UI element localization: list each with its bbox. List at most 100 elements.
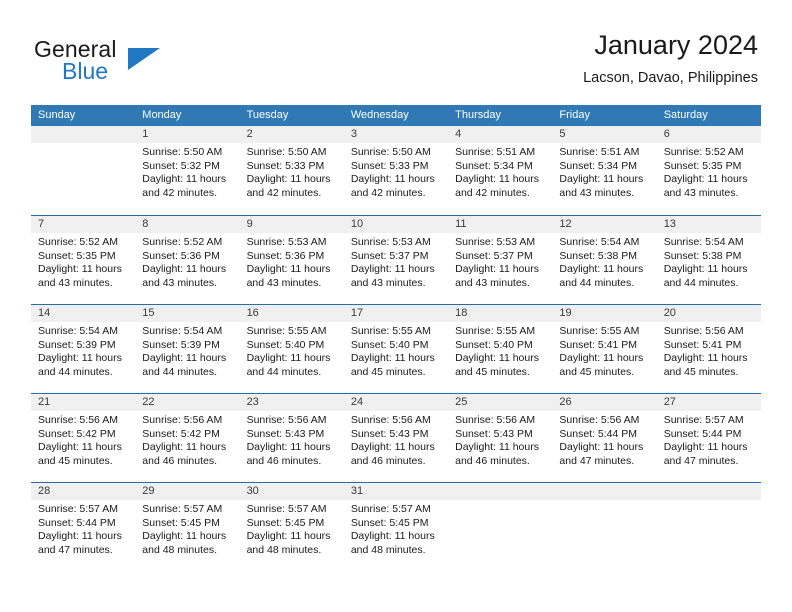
calendar-day-cell[interactable]: 4 Sunrise: 5:51 AM Sunset: 5:34 PM Daylight… bbox=[448, 126, 553, 215]
calendar-day-cell[interactable]: 18 Sunrise: 5:55 AM Sunset: 5:40 PM Dayligh… bbox=[448, 305, 553, 393]
day-sun-info: Sunrise: 5:54 AM Sunset: 5:39 PM Daylight:… bbox=[31, 322, 135, 379]
day-number: 1 bbox=[135, 126, 240, 143]
daylight-text-line1: Daylight: 11 hours bbox=[455, 441, 539, 454]
calendar-day-cell[interactable]: 15 Sunrise: 5:54 AM Sunset: 5:39 PM Dayligh… bbox=[135, 305, 240, 393]
calendar-day-cell[interactable]: 10 Sunrise: 5:53 AM Sunset: 5:37 PM Dayligh… bbox=[343, 216, 449, 304]
calendar-day-cell[interactable]: 31 Sunrise: 5:57 AM Sunset: 5:45 PM Dayligh… bbox=[343, 483, 449, 571]
calendar-day-cell[interactable]: 14 Sunrise: 5:54 AM Sunset: 5:39 PM Dayligh… bbox=[31, 305, 136, 393]
calendar-day-cell[interactable]: 23 Sunrise: 5:56 AM Sunset: 5:43 PM Dayligh… bbox=[239, 394, 344, 482]
sunrise-text: Sunrise: 5:57 AM bbox=[246, 503, 327, 515]
daylight-text-line1: Daylight: 11 hours bbox=[38, 530, 122, 543]
calendar-grid: Sunday Monday Tuesday Wednesday Thursday Frid… bbox=[31, 105, 761, 571]
day-sun-info: Sunrise: 5:56 AM Sunset: 5:43 PM Daylight:… bbox=[344, 411, 448, 468]
daylight-text-line2: and 47 minutes. bbox=[663, 454, 739, 467]
calendar-day-cell[interactable]: 20 Sunrise: 5:56 AM Sunset: 5:41 PM Dayligh… bbox=[656, 305, 761, 393]
daylight-text-line1: Daylight: 11 hours bbox=[559, 173, 644, 186]
daylight-text-line2: and 42 minutes. bbox=[350, 186, 426, 199]
sunset-text: Sunset: 5:44 PM bbox=[38, 516, 116, 529]
day-sun-info: Sunrise: 5:52 AM Sunset: 5:36 PM Daylight:… bbox=[135, 233, 239, 290]
general-blue-logo[interactable]: General Blue bbox=[34, 36, 214, 94]
daylight-text-line1: Daylight: 11 hours bbox=[455, 263, 539, 276]
calendar-week-row: 7 Sunrise: 5:52 AM Sunset: 5:35 PM Daylight… bbox=[31, 215, 761, 304]
daylight-text-line2: and 43 minutes. bbox=[38, 276, 113, 289]
daylight-text-line2: and 46 minutes. bbox=[246, 454, 322, 467]
daylight-text-line1: Daylight: 11 hours bbox=[663, 173, 748, 186]
daylight-text-line2: and 43 minutes. bbox=[559, 186, 635, 199]
sunrise-text: Sunrise: 5:51 AM bbox=[559, 146, 640, 158]
day-number: 18 bbox=[448, 305, 553, 322]
daylight-text-line1: Daylight: 11 hours bbox=[142, 173, 227, 186]
page-header: General Blue January 2024 Lacson, Davao,… bbox=[34, 28, 758, 96]
calendar-day-cell[interactable]: 17 Sunrise: 5:55 AM Sunset: 5:40 PM Dayligh… bbox=[343, 305, 449, 393]
calendar-day-cell[interactable]: 8 Sunrise: 5:52 AM Sunset: 5:36 PM Daylight… bbox=[135, 216, 240, 304]
daylight-text-line1: Daylight: 11 hours bbox=[663, 263, 748, 276]
day-sun-info: Sunrise: 5:50 AM Sunset: 5:32 PM Daylight:… bbox=[135, 143, 239, 200]
calendar-day-cell[interactable]: 2 Sunrise: 5:50 AM Sunset: 5:33 PM Daylight… bbox=[239, 126, 344, 215]
calendar-day-cell[interactable]: 30 Sunrise: 5:57 AM Sunset: 5:45 PM Dayligh… bbox=[239, 483, 344, 571]
calendar-day-cell[interactable]: 9 Sunrise: 5:53 AM Sunset: 5:36 PM Daylight… bbox=[239, 216, 344, 304]
calendar-day-cell[interactable]: 19 Sunrise: 5:55 AM Sunset: 5:41 PM Dayligh… bbox=[552, 305, 657, 393]
calendar-day-cell[interactable]: 6 Sunrise: 5:52 AM Sunset: 5:35 PM Daylight… bbox=[656, 126, 761, 215]
sunset-text: Sunset: 5:41 PM bbox=[663, 338, 742, 351]
daylight-text-line2: and 46 minutes. bbox=[455, 454, 530, 467]
daylight-text-line1: Daylight: 11 hours bbox=[246, 173, 331, 186]
sunset-text: Sunset: 5:43 PM bbox=[246, 427, 325, 440]
calendar-day-cell[interactable]: 3 Sunrise: 5:50 AM Sunset: 5:33 PM Daylight… bbox=[343, 126, 449, 215]
daylight-text-line1: Daylight: 11 hours bbox=[350, 263, 435, 276]
calendar-day-cell[interactable]: 24 Sunrise: 5:56 AM Sunset: 5:43 PM Dayligh… bbox=[343, 394, 449, 482]
day-sun-info: Sunrise: 5:51 AM Sunset: 5:34 PM Daylight:… bbox=[552, 143, 656, 200]
page-subtitle: Lacson, Davao, Philippines bbox=[583, 70, 758, 86]
calendar-day-cell[interactable]: 25 Sunrise: 5:56 AM Sunset: 5:43 PM Dayligh… bbox=[448, 394, 553, 482]
daylight-text-line2: and 44 minutes. bbox=[559, 276, 635, 289]
calendar-day-cell[interactable]: 26 Sunrise: 5:56 AM Sunset: 5:44 PM Dayligh… bbox=[552, 394, 657, 482]
daylight-text-line2: and 43 minutes. bbox=[455, 276, 530, 289]
day-number: 5 bbox=[552, 126, 657, 143]
calendar-day-cell[interactable]: 28 Sunrise: 5:57 AM Sunset: 5:44 PM Dayligh… bbox=[31, 483, 136, 571]
day-number: 22 bbox=[135, 394, 240, 411]
calendar-day-cell[interactable]: 21 Sunrise: 5:56 AM Sunset: 5:42 PM Dayligh… bbox=[31, 394, 136, 482]
daylight-text-line2: and 42 minutes. bbox=[455, 186, 530, 199]
day-number: 15 bbox=[135, 305, 240, 322]
calendar-day-cell[interactable]: 11 Sunrise: 5:53 AM Sunset: 5:37 PM Dayligh… bbox=[448, 216, 553, 304]
calendar-day-cell[interactable]: 16 Sunrise: 5:55 AM Sunset: 5:40 PM Dayligh… bbox=[239, 305, 344, 393]
calendar-day-cell[interactable]: 22 Sunrise: 5:56 AM Sunset: 5:42 PM Dayligh… bbox=[135, 394, 240, 482]
sunrise-text: Sunrise: 5:57 AM bbox=[38, 503, 118, 515]
daylight-text-line1: Daylight: 11 hours bbox=[663, 441, 748, 454]
calendar-day-cell[interactable]: 12 Sunrise: 5:54 AM Sunset: 5:38 PM Dayligh… bbox=[552, 216, 657, 304]
daylight-text-line2: and 48 minutes. bbox=[350, 543, 426, 556]
sunset-text: Sunset: 5:38 PM bbox=[663, 249, 742, 262]
day-sun-info: Sunrise: 5:51 AM Sunset: 5:34 PM Daylight:… bbox=[448, 143, 552, 200]
day-number: 30 bbox=[239, 483, 344, 500]
day-sun-info: Sunrise: 5:57 AM Sunset: 5:44 PM Daylight:… bbox=[657, 411, 761, 468]
daylight-text-line2: and 47 minutes. bbox=[559, 454, 635, 467]
daylight-text-line1: Daylight: 11 hours bbox=[38, 441, 122, 454]
sunset-text: Sunset: 5:33 PM bbox=[246, 159, 325, 172]
sunset-text: Sunset: 5:38 PM bbox=[559, 249, 638, 262]
sunrise-text: Sunrise: 5:54 AM bbox=[38, 325, 118, 337]
calendar-day-cell[interactable]: 13 Sunrise: 5:54 AM Sunset: 5:38 PM Dayligh… bbox=[656, 216, 761, 304]
sunset-text: Sunset: 5:45 PM bbox=[350, 516, 429, 529]
day-number: 2 bbox=[239, 126, 344, 143]
calendar-day-cell[interactable]: 29 Sunrise: 5:57 AM Sunset: 5:45 PM Dayligh… bbox=[135, 483, 240, 571]
day-sun-info: Sunrise: 5:53 AM Sunset: 5:36 PM Daylight:… bbox=[240, 233, 344, 290]
daylight-text-line2: and 48 minutes. bbox=[142, 543, 217, 556]
daylight-text-line1: Daylight: 11 hours bbox=[455, 352, 539, 365]
day-sun-info: Sunrise: 5:56 AM Sunset: 5:44 PM Daylight:… bbox=[552, 411, 656, 468]
calendar-day-cell[interactable]: 7 Sunrise: 5:52 AM Sunset: 5:35 PM Daylight… bbox=[31, 216, 136, 304]
sunset-text: Sunset: 5:39 PM bbox=[38, 338, 116, 351]
calendar-day-cell[interactable]: 1 Sunrise: 5:50 AM Sunset: 5:32 PM Daylight… bbox=[135, 126, 240, 215]
sunset-text: Sunset: 5:34 PM bbox=[559, 159, 638, 172]
calendar-day-cell[interactable]: 5 Sunrise: 5:51 AM Sunset: 5:34 PM Daylight… bbox=[552, 126, 657, 215]
sunrise-text: Sunrise: 5:56 AM bbox=[142, 414, 223, 426]
daylight-text-line1: Daylight: 11 hours bbox=[246, 530, 331, 543]
calendar-day-cell[interactable]: 27 Sunrise: 5:57 AM Sunset: 5:44 PM Dayligh… bbox=[656, 394, 761, 482]
daylight-text-line1: Daylight: 11 hours bbox=[142, 441, 227, 454]
sunset-text: Sunset: 5:36 PM bbox=[246, 249, 325, 262]
daylight-text-line1: Daylight: 11 hours bbox=[559, 441, 644, 454]
calendar-day-cell-empty bbox=[448, 483, 553, 571]
sunrise-text: Sunrise: 5:55 AM bbox=[559, 325, 640, 337]
day-number: 12 bbox=[552, 216, 657, 233]
sunrise-text: Sunrise: 5:52 AM bbox=[663, 146, 744, 158]
calendar-week-row: 21 Sunrise: 5:56 AM Sunset: 5:42 PM Dayligh… bbox=[31, 393, 761, 482]
weekday-header-monday: Monday bbox=[142, 109, 182, 121]
